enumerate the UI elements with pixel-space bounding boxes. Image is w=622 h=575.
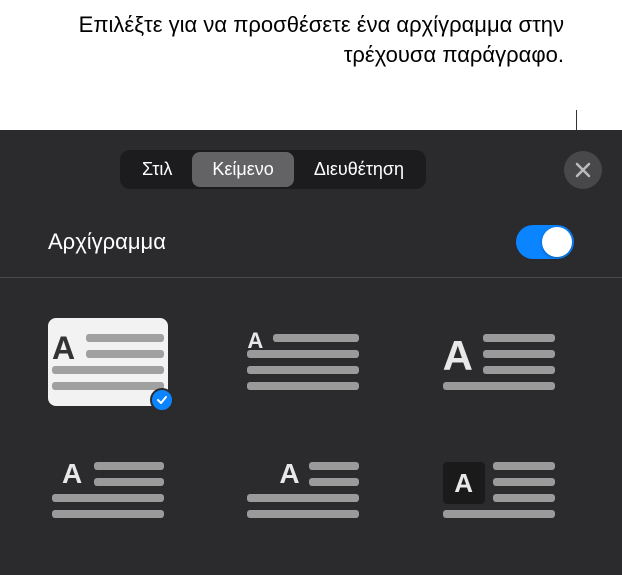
section-title: Αρχίγραμμα [48, 229, 166, 255]
glyph-a-boxed: A [443, 462, 485, 504]
tab-style[interactable]: Στιλ [122, 152, 192, 187]
glyph-a: A [443, 332, 473, 380]
toggle-knob [542, 227, 572, 257]
dropcap-option-5[interactable]: A [243, 446, 363, 534]
thumb-line [309, 462, 359, 470]
annotation-text: Επιλέξτε για να προσθέσετε ένα αρχίγραμμ… [79, 12, 564, 67]
thumb-line [52, 382, 164, 390]
thumb-line [52, 494, 164, 502]
thumb-line [94, 462, 164, 470]
panel-header: Στιλ Κείμενο Διευθέτηση [0, 130, 622, 207]
dropcap-option-3[interactable]: A [439, 318, 559, 406]
inspector-panel: Στιλ Κείμενο Διευθέτηση Αρχίγραμμα A [0, 130, 622, 575]
glyph-a: A [52, 330, 75, 367]
dropcap-option-4[interactable]: A [48, 446, 168, 534]
annotation-callout: Επιλέξτε για να προσθέσετε ένα αρχίγραμμ… [0, 0, 622, 79]
thumb-line [52, 366, 164, 374]
thumb-line [483, 334, 555, 342]
thumb-line [483, 350, 555, 358]
thumb-line [86, 350, 164, 358]
dropcap-option-6[interactable]: A [439, 446, 559, 534]
tab-text[interactable]: Κείμενο [192, 152, 293, 187]
checkmark-icon [156, 394, 168, 406]
glyph-a: A [279, 458, 299, 490]
glyph-a: A [247, 328, 263, 354]
thumb-line [493, 494, 555, 502]
thumb-line [273, 334, 359, 342]
thumb-line [309, 478, 359, 486]
thumb-line [483, 366, 555, 374]
thumb-line [443, 382, 555, 390]
dropcap-option-2[interactable]: A [243, 318, 363, 406]
check-badge [150, 388, 174, 412]
thumb-line [493, 478, 555, 486]
thumb-line [247, 510, 359, 518]
glyph-a: A [62, 458, 82, 490]
thumb-line [247, 366, 359, 374]
thumb-line [493, 462, 555, 470]
close-button[interactable] [564, 151, 602, 189]
dropcap-option-1[interactable]: A [48, 318, 168, 406]
thumb-line [94, 478, 164, 486]
thumb-line [52, 510, 164, 518]
tab-arrangement[interactable]: Διευθέτηση [294, 152, 424, 187]
thumb-line [247, 382, 359, 390]
thumb-line [247, 350, 359, 358]
tab-segmented-control: Στιλ Κείμενο Διευθέτηση [120, 150, 426, 189]
dropcap-section-header: Αρχίγραμμα [0, 207, 622, 278]
thumb-line [247, 494, 359, 502]
thumb-line [443, 510, 555, 518]
thumb-line [86, 334, 164, 342]
dropcap-options-grid: A A [0, 278, 622, 574]
close-icon [575, 162, 591, 178]
dropcap-toggle[interactable] [516, 225, 574, 259]
